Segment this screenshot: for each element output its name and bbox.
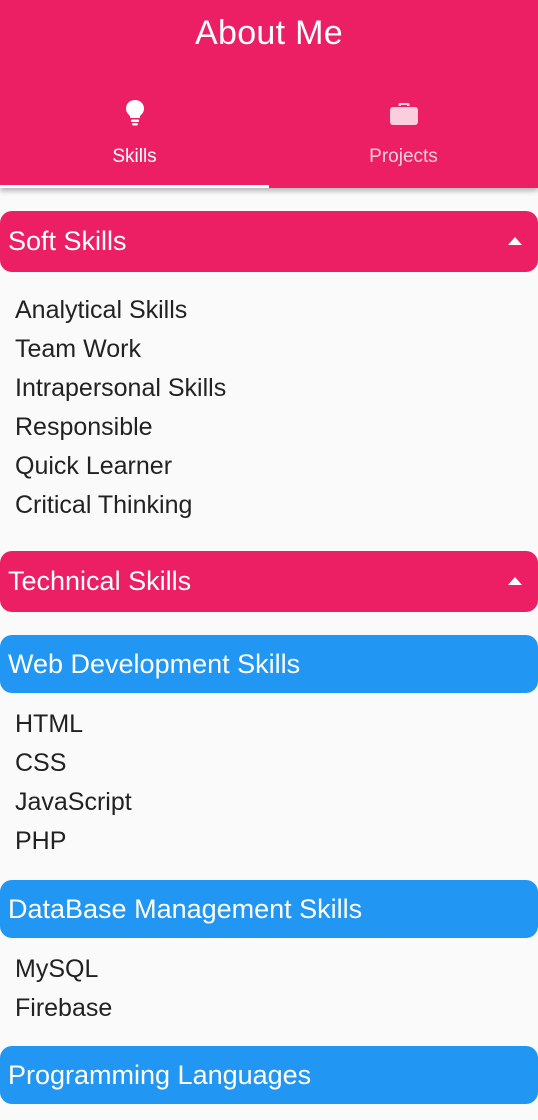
list-item: Critical Thinking: [15, 491, 193, 519]
web-development-title: Web Development Skills: [8, 649, 301, 679]
app-bar: About Me Skills Projects: [0, 0, 538, 188]
tab-skills[interactable]: Skills: [0, 88, 269, 188]
tab-skills-label: Skills: [112, 146, 157, 167]
programming-languages-header[interactable]: Programming Languages: [0, 1046, 538, 1104]
list-item: Firebase: [15, 994, 113, 1022]
soft-skills-list: Analytical Skills Team Work Intrapersona…: [15, 291, 226, 525]
programming-languages-title: Programming Languages: [8, 1060, 312, 1090]
tab-projects[interactable]: Projects: [269, 88, 538, 188]
tab-indicator: [0, 185, 269, 188]
soft-skills-header[interactable]: Soft Skills: [0, 211, 538, 272]
web-development-list: HTML CSS JavaScript PHP: [15, 705, 132, 861]
soft-skills-title: Soft Skills: [8, 226, 127, 256]
list-item: Analytical Skills: [15, 296, 188, 324]
technical-skills-header[interactable]: Technical Skills: [0, 551, 538, 612]
database-management-title: DataBase Management Skills: [8, 894, 363, 924]
app-title: About Me: [195, 14, 343, 52]
list-item: Quick Learner: [15, 452, 173, 480]
list-item: PHP: [15, 827, 67, 855]
web-development-header[interactable]: Web Development Skills: [0, 635, 538, 693]
tab-projects-label: Projects: [369, 146, 438, 167]
list-item: CSS: [15, 749, 67, 777]
list-item: MySQL: [15, 955, 99, 983]
list-item: Responsible: [15, 413, 153, 441]
lightbulb-icon: [125, 100, 144, 126]
database-management-header[interactable]: DataBase Management Skills: [0, 880, 538, 938]
list-item: JavaScript: [15, 788, 132, 816]
list-item: Team Work: [15, 335, 141, 363]
briefcase-icon: [389, 103, 418, 125]
collapse-caret-icon: [508, 577, 522, 585]
database-management-list: MySQL Firebase: [15, 950, 112, 1028]
collapse-caret-icon: [508, 237, 522, 245]
technical-skills-title: Technical Skills: [8, 566, 192, 596]
list-item: Intrapersonal Skills: [15, 374, 227, 402]
tab-bar: Skills Projects: [0, 88, 538, 188]
list-item: HTML: [15, 710, 84, 738]
